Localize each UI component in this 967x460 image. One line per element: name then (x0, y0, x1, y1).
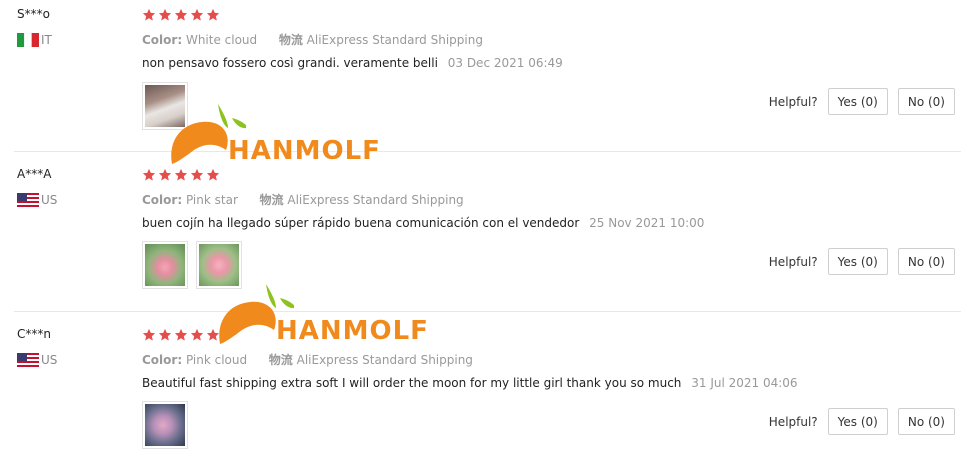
color-value: Pink star (185, 193, 238, 207)
review-photo-thumbnail[interactable] (196, 241, 242, 289)
country-code: IT (41, 33, 52, 47)
review-text: Beautiful fast shipping extra soft I wil… (142, 376, 798, 390)
review-photo-thumbnail[interactable] (142, 241, 188, 289)
color-value: Pink cloud (185, 353, 248, 367)
star-icon (174, 168, 188, 181)
review-item: A***A US Color: Pink star 物流 AliExpress … (0, 152, 967, 312)
color-value: White cloud (185, 33, 258, 47)
helpful-controls: Helpful? Yes (0) No (0) (769, 248, 955, 275)
order-info: Color: Pink star 物流 AliExpress Standard … (142, 191, 464, 208)
reviewer-name: C***n (17, 327, 51, 341)
helpful-yes-button[interactable]: Yes (0) (827, 248, 888, 275)
review-date: 25 Nov 2021 10:00 (589, 216, 705, 230)
star-icon (206, 168, 220, 181)
helpful-label: Helpful? (768, 414, 818, 429)
helpful-no-button[interactable]: No (0) (897, 88, 955, 115)
star-icon (142, 168, 156, 181)
italy-flag-icon (17, 33, 39, 47)
reviewer-country: US (17, 193, 57, 207)
star-icon (158, 8, 172, 21)
review-text: buen cojín ha llegado súper rápido buena… (142, 216, 704, 230)
star-icon (142, 8, 156, 21)
helpful-no-button[interactable]: No (0) (897, 408, 955, 435)
review-item: C***n US Color: Pink cloud 物流 AliExpress… (0, 312, 967, 460)
review-body: Beautiful fast shipping extra soft I wil… (142, 376, 682, 390)
shipping-value: AliExpress Standard Shipping (306, 33, 483, 47)
star-rating (142, 168, 220, 182)
color-label: Color: (142, 353, 183, 367)
reviewer-country: US (17, 353, 57, 367)
helpful-controls: Helpful? Yes (0) No (0) (769, 408, 955, 435)
shipping-label: 物流 (259, 193, 284, 207)
star-icon (206, 328, 220, 341)
review-body: buen cojín ha llegado súper rápido buena… (142, 216, 580, 230)
review-photos (142, 241, 242, 289)
order-info: Color: White cloud 物流 AliExpress Standar… (142, 31, 483, 48)
country-code: US (41, 353, 58, 367)
helpful-yes-button[interactable]: Yes (0) (827, 88, 888, 115)
shipping-label: 物流 (268, 353, 293, 367)
star-icon (158, 168, 172, 181)
star-icon (174, 8, 188, 21)
review-photos (142, 82, 188, 130)
helpful-label: Helpful? (768, 94, 818, 109)
star-icon (190, 328, 204, 341)
star-icon (206, 8, 220, 21)
country-code: US (41, 193, 58, 207)
shipping-label: 物流 (278, 33, 303, 47)
reviewer-name: A***A (17, 167, 52, 181)
review-item: S***o IT Color: White cloud 物流 AliExpres… (0, 0, 967, 152)
reviewer-name: S***o (17, 7, 50, 21)
star-rating (142, 328, 220, 342)
color-label: Color: (142, 193, 183, 207)
review-date: 31 Jul 2021 04:06 (691, 376, 798, 390)
helpful-no-button[interactable]: No (0) (897, 248, 955, 275)
star-icon (190, 168, 204, 181)
helpful-yes-button[interactable]: Yes (0) (827, 408, 888, 435)
star-icon (158, 328, 172, 341)
us-flag-icon (17, 353, 39, 367)
order-info: Color: Pink cloud 物流 AliExpress Standard… (142, 351, 473, 368)
shipping-value: AliExpress Standard Shipping (296, 353, 473, 367)
us-flag-icon (17, 193, 39, 207)
helpful-controls: Helpful? Yes (0) No (0) (769, 88, 955, 115)
review-photo-thumbnail[interactable] (142, 82, 188, 130)
review-body: non pensavo fossero così grandi. veramen… (142, 56, 438, 70)
star-icon (174, 328, 188, 341)
reviewer-country: IT (17, 33, 52, 47)
review-text: non pensavo fossero così grandi. veramen… (142, 56, 563, 70)
star-icon (190, 8, 204, 21)
star-rating (142, 8, 220, 22)
review-date: 03 Dec 2021 06:49 (447, 56, 563, 70)
review-photos (142, 401, 188, 449)
helpful-label: Helpful? (768, 254, 818, 269)
star-icon (142, 328, 156, 341)
shipping-value: AliExpress Standard Shipping (287, 193, 464, 207)
review-photo-thumbnail[interactable] (142, 401, 188, 449)
color-label: Color: (142, 33, 183, 47)
